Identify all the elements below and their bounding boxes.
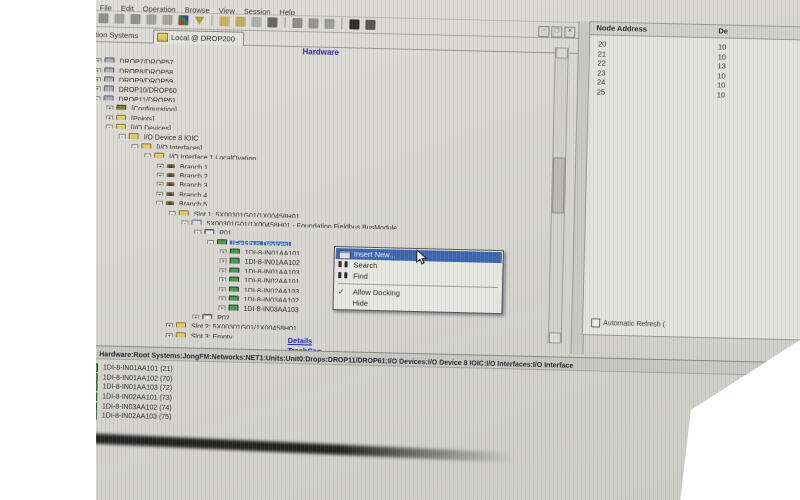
list-item-label: 1DI-8-IN02AA103 (75) [100,413,174,422]
delete-icon[interactable] [308,18,318,28]
context-item-label: Allow Docking [353,287,400,297]
context-item-label: Insert New... [354,249,396,259]
folder-icon [176,332,186,341]
node-table-rows: 20 10 21 10 22 13 23 10 24 10 25 10 [589,35,800,102]
restore-button[interactable]: □ [551,26,562,37]
auto-refresh-checkbox[interactable] [591,318,600,327]
tree-node-label: Slot 3: Empty [189,333,235,341]
monitor-photo: FileEditOperationBrowseViewSessionHelp -… [96,0,800,500]
folder-icon [157,32,168,41]
toolbar-separator [284,17,285,28]
scroll-down-arrow-icon[interactable] [549,332,561,343]
copy-page-icon[interactable] [251,17,261,27]
binoculars-icon [338,261,347,267]
fieldbus-device-list: 1DI-8-IN01AA101 (21)1DI-8-IN01AA102 (70)… [96,359,175,419]
close-button[interactable]: × [564,27,575,38]
open-folder-icon[interactable] [219,16,229,26]
minimize-button[interactable]: - [538,26,549,37]
list-item[interactable]: 1DI-8-IN02AA103 (75) [96,407,174,419]
table-cell: 10 [718,42,727,51]
context-item-label: Hide [353,298,369,307]
printer-icon[interactable] [98,13,108,23]
node-address-panel: Node Address De 20 10 21 10 22 13 23 10 24 10 25 10… [582,21,800,340]
table-cell: 21 [598,49,607,58]
context-item-label: Find [353,271,368,280]
table-cell: 10 [717,71,726,80]
auto-refresh-row: Automatic Refresh ( [591,318,665,329]
mouse-cursor-icon [416,249,428,265]
table-cell: 10 [717,90,726,99]
table-cell: 24 [597,77,606,86]
camera-icon[interactable] [267,17,277,27]
table-cell: 20 [598,39,607,48]
systems-tree-label: ation Systems [96,30,138,40]
table-cell: 10 [718,52,727,61]
import-folder-icon[interactable] [235,17,245,27]
tab-label: Local @ DROP200 [171,33,235,44]
column-device[interactable]: De [718,26,728,35]
table-cell: 25 [597,87,606,96]
insert-icon [339,250,351,259]
table-cell: 22 [597,58,606,67]
binoculars-icon [338,272,347,278]
select-icon[interactable] [292,18,302,28]
run-icon[interactable] [365,20,375,30]
toolbar-separator [341,18,342,29]
toolbar-separator [211,15,212,26]
palette-icon[interactable] [178,15,188,25]
ovation-developer-studio-window: FileEditOperationBrowseViewSessionHelp -… [96,0,800,500]
monitor-bezel [96,433,515,463]
refresh-icon[interactable] [324,19,334,29]
details-link[interactable]: Details [288,336,313,346]
scrollbar-thumb[interactable] [552,157,565,213]
paste-icon[interactable] [162,15,172,25]
column-node-address[interactable]: Node Address [596,23,647,33]
table-cell: 13 [717,61,726,70]
table-cell: 10 [717,80,726,89]
checkmark-icon: ✓ [338,288,348,295]
binoculars-icon[interactable] [349,19,359,29]
window-controls: -□× [538,19,577,38]
table-cell: 23 [597,68,606,77]
scroll-up-arrow-icon[interactable] [556,47,568,58]
context-item-label: Search [353,260,377,270]
cut-icon[interactable] [130,14,140,24]
expander-icon[interactable]: + [166,333,173,340]
auto-refresh-label: Automatic Refresh ( [603,320,665,329]
device-icon [96,411,97,420]
undo-icon[interactable] [114,14,124,24]
filter-icon[interactable] [194,17,204,25]
copy-icon[interactable] [146,14,156,24]
